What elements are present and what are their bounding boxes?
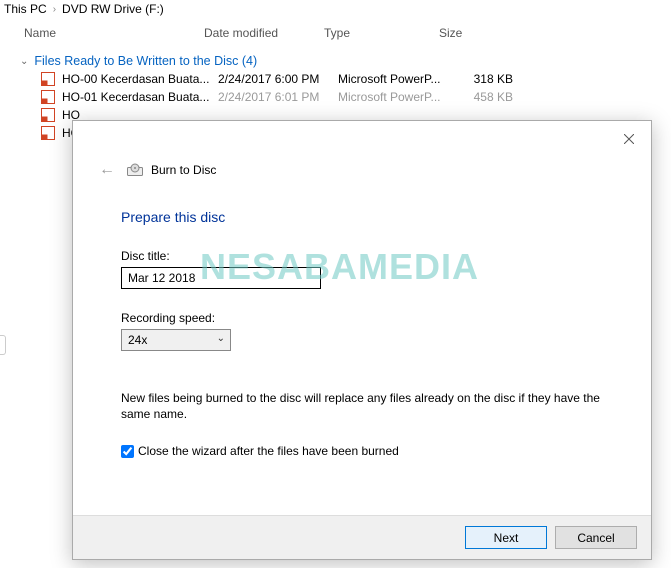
dialog-footer: Next Cancel [73, 515, 651, 559]
burn-to-disc-dialog: ← Burn to Disc Prepare this disc Disc ti… [72, 120, 652, 560]
recording-speed-label: Recording speed: [121, 311, 603, 325]
disc-title-input[interactable] [121, 267, 321, 289]
breadcrumb[interactable]: This PC › DVD RW Drive (F:) [0, 0, 671, 20]
dialog-heading: Prepare this disc [73, 179, 651, 225]
file-size: 458 KB [453, 90, 543, 104]
file-type: Microsoft PowerP... [338, 72, 453, 86]
next-button[interactable]: Next [465, 526, 547, 549]
column-headers: Name Date modified Type Size [0, 20, 671, 44]
group-header[interactable]: ⌄ Files Ready to Be Written to the Disc … [0, 50, 671, 70]
powerpoint-icon [40, 125, 56, 141]
close-wizard-label: Close the wizard after the files have be… [138, 444, 399, 458]
group-label: Files Ready to Be Written to the Disc (4… [34, 54, 257, 68]
powerpoint-icon [40, 71, 56, 87]
column-date[interactable]: Date modified [204, 26, 324, 40]
chevron-right-icon: › [53, 4, 56, 15]
file-size: 318 KB [453, 72, 543, 86]
file-name: HO-00 Kecerdasan Buata... [62, 72, 218, 86]
close-button[interactable] [617, 127, 641, 151]
column-type[interactable]: Type [324, 26, 439, 40]
disc-title-label: Disc title: [121, 249, 603, 263]
chevron-down-icon: ⌄ [20, 56, 28, 67]
table-row[interactable]: HO-01 Kecerdasan Buata... 2/24/2017 6:01… [0, 88, 671, 106]
back-arrow-icon[interactable]: ← [99, 161, 119, 179]
column-name[interactable]: Name [24, 26, 204, 40]
side-tab [0, 335, 6, 355]
file-date: 2/24/2017 6:00 PM [218, 72, 338, 86]
file-type: Microsoft PowerP... [338, 90, 453, 104]
file-date: 2/24/2017 6:01 PM [218, 90, 338, 104]
replace-note: New files being burned to the disc will … [121, 391, 603, 422]
close-wizard-checkbox-row[interactable]: Close the wizard after the files have be… [121, 444, 603, 458]
column-size[interactable]: Size [439, 26, 529, 40]
file-name: HO-01 Kecerdasan Buata... [62, 90, 218, 104]
close-icon [624, 134, 634, 144]
cancel-button[interactable]: Cancel [555, 526, 637, 549]
recording-speed-select[interactable]: 24x [121, 329, 231, 351]
table-row[interactable]: HO-00 Kecerdasan Buata... 2/24/2017 6:00… [0, 70, 671, 88]
breadcrumb-drive[interactable]: DVD RW Drive (F:) [62, 2, 164, 16]
breadcrumb-thispc[interactable]: This PC [4, 2, 47, 16]
disc-drive-icon [127, 163, 143, 177]
powerpoint-icon [40, 89, 56, 105]
dialog-title: Burn to Disc [151, 163, 216, 177]
close-wizard-checkbox[interactable] [121, 445, 134, 458]
powerpoint-icon [40, 107, 56, 123]
